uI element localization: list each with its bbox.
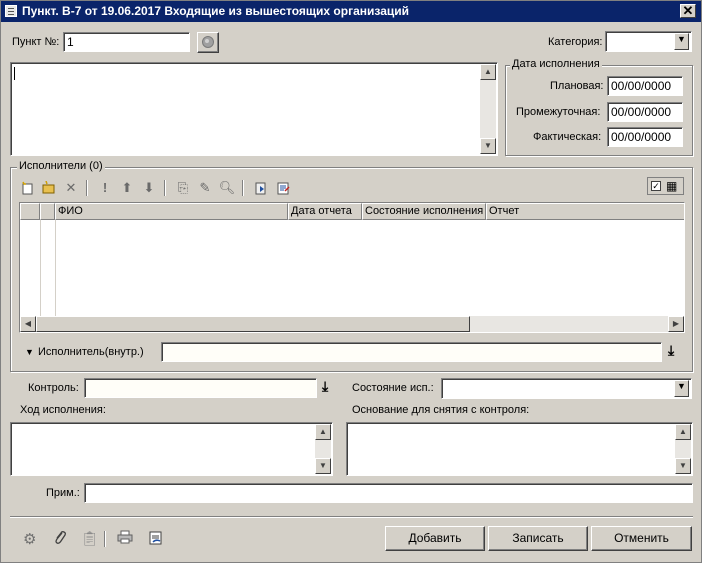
scroll-down-button[interactable]: ▼ — [480, 138, 496, 154]
note-input[interactable] — [84, 483, 693, 503]
actual-date-input[interactable]: 00/00/0000 — [607, 127, 683, 147]
copy-doc-icon[interactable]: ⎘ — [174, 179, 192, 197]
toolbar-separator — [86, 180, 88, 196]
move-up-icon[interactable]: ⬆ — [118, 179, 136, 197]
scroll-up-button[interactable]: ▲ — [315, 424, 331, 440]
progress-label: Ход исполнения: — [20, 404, 106, 416]
grid-column-header-report-date[interactable]: Дата отчета — [288, 203, 362, 220]
close-button[interactable]: ✕ — [680, 4, 696, 18]
scroll-up-button[interactable]: ▲ — [480, 64, 496, 80]
arrow-up-icon: ▲ — [484, 67, 492, 76]
arrow-down-icon: ▼ — [679, 461, 687, 470]
item-number-input[interactable]: 1 — [63, 32, 190, 52]
internal-executor-input[interactable] — [161, 342, 662, 362]
intermediate-date-input[interactable]: 00/00/0000 — [607, 102, 683, 122]
state-dropdown-button[interactable]: ▼ — [674, 380, 689, 397]
arrow-up-icon: ▲ — [319, 427, 327, 436]
executors-grid: ФИО Дата отчета Состояние исполнения Отч… — [19, 202, 685, 333]
progress-text-area[interactable] — [10, 422, 333, 476]
scroll-thumb[interactable] — [36, 316, 470, 332]
add-button[interactable]: Добавить — [385, 526, 485, 551]
document-link-icon[interactable] — [148, 530, 164, 549]
executors-toolbar: ✕ ! ⬆ ⬇ ⎘ ✎ 🔍︎ — [18, 179, 298, 197]
grid-horizontal-scrollbar[interactable]: ◀ ▶ — [20, 316, 684, 332]
arrow-up-icon: ▲ — [679, 427, 687, 436]
cancel-button[interactable]: Отменить — [591, 526, 692, 551]
print-icon[interactable] — [117, 530, 133, 547]
category-dropdown-button[interactable]: ▼ — [674, 33, 689, 50]
internal-executor-label: Исполнитель(внутр.) — [38, 346, 144, 358]
scroll-right-button[interactable]: ▶ — [668, 316, 684, 332]
window-title: Пункт. В-7 от 19.06.2017 Входящие из выш… — [22, 4, 409, 18]
toolbar-separator — [164, 180, 166, 196]
record-icon — [202, 36, 214, 48]
title-bar: Пункт. В-7 от 19.06.2017 Входящие из выш… — [1, 1, 701, 22]
chevron-down-icon: ▼ — [677, 381, 686, 391]
arrow-down-icon: ▼ — [319, 461, 327, 470]
basis-label: Основание для снятия с контроля: — [352, 404, 530, 416]
arrow-left-icon: ◀ — [24, 319, 32, 328]
scroll-down-button[interactable]: ▼ — [315, 458, 331, 474]
arrow-down-icon: ▼ — [484, 141, 492, 150]
priority-icon[interactable]: ! — [96, 179, 114, 197]
chevron-down-icon: ▼ — [677, 34, 686, 44]
planned-date-label: Плановая: — [550, 80, 604, 92]
control-label: Контроль: — [28, 382, 79, 394]
item-number-label: Пункт №: — [12, 36, 60, 48]
scroll-up-button[interactable]: ▲ — [675, 424, 691, 440]
grid-column-header[interactable] — [20, 203, 40, 220]
grid-column-header-execution-state[interactable]: Состояние исполнения — [362, 203, 486, 220]
control-select-icon[interactable]: ⤓ — [322, 378, 328, 395]
dates-group-title: Дата исполнения — [510, 58, 602, 70]
expand-arrow-icon[interactable]: ▼ — [25, 347, 34, 357]
executors-group-title: Исполнители (0) — [17, 160, 105, 172]
find-doc-icon[interactable]: 🔍︎ — [218, 179, 236, 197]
toolbar-separator — [104, 531, 106, 547]
arrow-right-icon: ▶ — [672, 319, 680, 328]
grid-options-toggle[interactable]: ✓ ▦ — [647, 177, 684, 195]
item-text-scrollbar[interactable]: ▲ ▼ — [480, 64, 496, 154]
basis-text-area[interactable] — [346, 422, 693, 476]
grid-column-header-report[interactable]: Отчет — [486, 203, 684, 220]
state-label: Состояние исп.: — [352, 382, 434, 394]
grid-column-header-name[interactable]: ФИО — [55, 203, 288, 220]
save-button[interactable]: Записать — [488, 526, 588, 551]
new-folder-icon[interactable] — [40, 179, 58, 197]
checkbox-icon: ✓ — [651, 181, 661, 191]
delete-icon[interactable]: ✕ — [62, 179, 80, 197]
scroll-track[interactable] — [470, 316, 668, 332]
footer-separator — [10, 516, 693, 518]
import-icon[interactable] — [252, 179, 270, 197]
toolbar-separator — [242, 180, 244, 196]
actual-date-label: Фактическая: — [533, 131, 602, 143]
attachment-icon[interactable] — [53, 530, 67, 550]
move-down-icon[interactable]: ⬇ — [140, 179, 158, 197]
progress-scrollbar[interactable]: ▲ ▼ — [315, 424, 331, 474]
category-label: Категория: — [548, 36, 603, 48]
control-input[interactable] — [84, 378, 317, 398]
basis-scrollbar[interactable]: ▲ ▼ — [675, 424, 691, 474]
gear-icon[interactable]: ⚙ — [23, 530, 36, 548]
edit-doc-icon[interactable]: ✎ — [196, 179, 214, 197]
state-select[interactable] — [441, 378, 692, 399]
scroll-left-button[interactable]: ◀ — [20, 316, 36, 332]
grid-line — [40, 220, 41, 316]
report-icon[interactable] — [274, 179, 292, 197]
scroll-down-button[interactable]: ▼ — [675, 458, 691, 474]
intermediate-date-label: Промежуточная: — [516, 106, 601, 118]
item-number-button[interactable] — [197, 32, 219, 53]
note-label: Прим.: — [46, 487, 80, 499]
new-item-icon[interactable] — [18, 179, 36, 197]
grid-settings-icon: ▦ — [666, 179, 678, 193]
window-icon — [5, 5, 17, 17]
select-down-icon[interactable]: ⤓ — [668, 342, 674, 359]
clipboard-icon[interactable]: 📋︎ — [81, 530, 99, 547]
planned-date-input[interactable]: 00/00/0000 — [607, 76, 683, 96]
dialog-window: Пункт. В-7 от 19.06.2017 Входящие из выш… — [0, 0, 702, 563]
grid-column-header[interactable] — [40, 203, 55, 220]
grid-line — [55, 220, 56, 316]
item-text-area[interactable] — [10, 62, 498, 156]
text-caret — [14, 67, 15, 80]
